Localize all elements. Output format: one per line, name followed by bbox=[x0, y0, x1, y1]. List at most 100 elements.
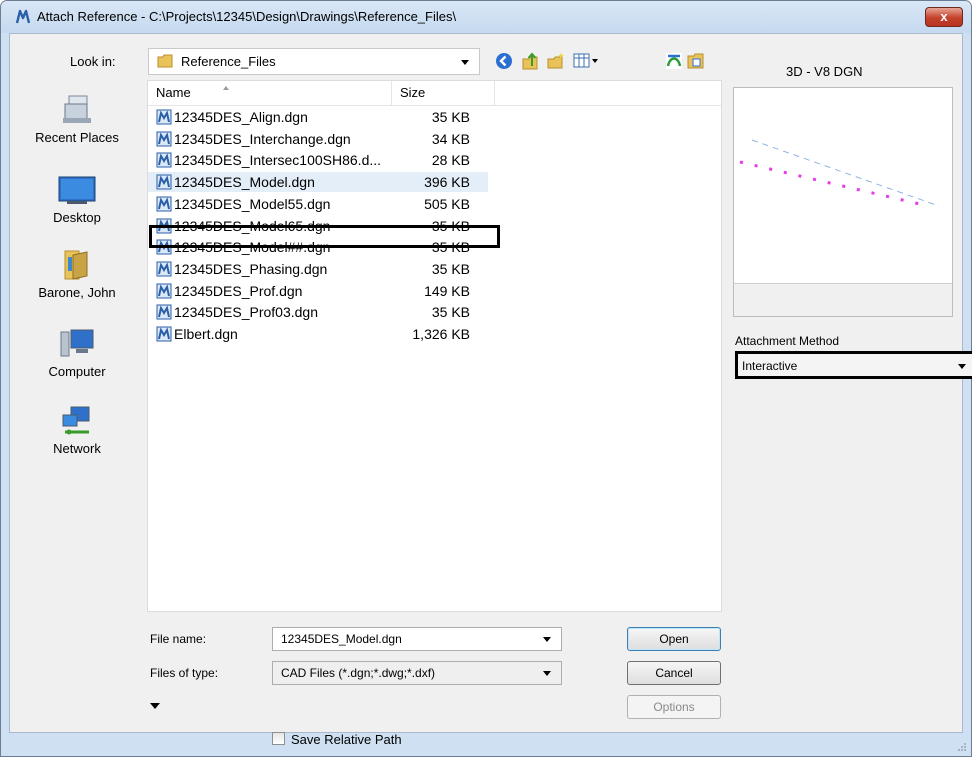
file-size: 35 KB bbox=[431, 109, 470, 125]
file-name: 12345DES_Model.dgn bbox=[174, 174, 315, 191]
file-name-value: 12345DES_Model.dgn bbox=[281, 632, 402, 646]
file-size: 35 KB bbox=[431, 304, 470, 321]
file-list-header: Name Size bbox=[148, 81, 721, 106]
cancel-button[interactable]: Cancel bbox=[627, 661, 721, 685]
place-label: Desktop bbox=[53, 210, 101, 225]
column-size-label: Size bbox=[400, 85, 426, 100]
column-name-label: Name bbox=[156, 85, 191, 100]
user-folder-icon bbox=[64, 250, 88, 280]
dgn-file-icon bbox=[156, 109, 172, 125]
file-name-label: File name: bbox=[150, 632, 207, 646]
file-size: 505 KB bbox=[424, 195, 470, 212]
column-header-name[interactable]: Name bbox=[148, 81, 392, 105]
chevron-down-icon bbox=[543, 637, 551, 642]
folder-icon bbox=[157, 54, 173, 68]
look-in-value: Reference_Files bbox=[181, 54, 276, 69]
dialog-body: Look in: Reference_Files 3D - V8 DGN Rec… bbox=[9, 33, 972, 747]
up-folder-icon[interactable] bbox=[520, 51, 540, 71]
computer-icon bbox=[60, 329, 94, 357]
file-size: 35 KB bbox=[431, 260, 470, 277]
place-label: Computer bbox=[48, 364, 106, 379]
file-size: 34 KB bbox=[431, 130, 470, 147]
open-button[interactable]: Open bbox=[627, 627, 721, 651]
places-bar: Recent Places Desktop Barone, John Compu… bbox=[22, 84, 132, 644]
chevron-down-icon bbox=[543, 671, 551, 676]
preview-footer bbox=[734, 283, 952, 316]
file-type-label: Files of type: bbox=[150, 666, 219, 680]
chevron-down-icon bbox=[958, 364, 966, 369]
column-header-size[interactable]: Size bbox=[392, 81, 495, 105]
file-type-dropdown[interactable]: CAD Files (*.dgn;*.dwg;*.dxf) bbox=[272, 661, 562, 685]
place-desktop[interactable]: Desktop bbox=[22, 174, 132, 225]
dgn-file-icon bbox=[156, 283, 172, 299]
recent-places-icon bbox=[63, 95, 91, 123]
title-bar[interactable]: Attach Reference - C:\Projects\12345\Des… bbox=[1, 1, 971, 33]
close-button[interactable]: x bbox=[925, 7, 963, 27]
preview-pane bbox=[733, 87, 953, 317]
preview-file-type: 3D - V8 DGN bbox=[786, 64, 863, 79]
attach-reference-dialog: Attach Reference - C:\Projects\12345\Des… bbox=[0, 0, 972, 757]
file-type-value: CAD Files (*.dgn;*.dwg;*.dxf) bbox=[281, 666, 436, 680]
selected-file-highlight bbox=[149, 225, 500, 248]
file-name: Elbert.dgn bbox=[174, 326, 238, 342]
file-row[interactable]: 12345DES_Prof03.dgn 35 KB bbox=[148, 302, 488, 322]
file-row[interactable]: 12345DES_Interchange.dgn 34 KB bbox=[148, 129, 488, 149]
dgn-file-icon bbox=[156, 131, 172, 147]
sort-ascending-icon bbox=[223, 86, 229, 90]
place-network[interactable]: Network bbox=[22, 405, 132, 456]
attachment-method-dropdown[interactable]: Interactive bbox=[735, 351, 972, 379]
file-row[interactable]: 12345DES_Intersec100SH86.d... 28 KB bbox=[148, 150, 488, 170]
file-name: 12345DES_Align.dgn bbox=[174, 109, 308, 125]
file-name: 12345DES_Model55.dgn bbox=[174, 195, 331, 212]
desktop-icon bbox=[58, 176, 96, 204]
save-relative-path-checkbox[interactable] bbox=[272, 732, 285, 745]
chevron-down-icon bbox=[461, 60, 469, 65]
file-row[interactable]: 12345DES_Align.dgn 35 KB bbox=[148, 107, 488, 127]
file-name: 12345DES_Intersec100SH86.d... bbox=[174, 152, 382, 169]
window-title: Attach Reference - C:\Projects\12345\Des… bbox=[37, 9, 457, 24]
file-size: 1,326 KB bbox=[412, 326, 470, 342]
attachment-method-value: Interactive bbox=[742, 359, 798, 373]
file-name: 12345DES_Prof.dgn bbox=[174, 282, 303, 299]
save-relative-path-label: Save Relative Path bbox=[291, 732, 402, 747]
file-size: 149 KB bbox=[424, 282, 470, 299]
look-in-dropdown[interactable]: Reference_Files bbox=[148, 48, 480, 75]
place-label: Network bbox=[53, 441, 101, 456]
options-button[interactable]: Options bbox=[627, 695, 721, 719]
view-menu-icon[interactable] bbox=[572, 51, 600, 71]
file-name: 12345DES_Interchange.dgn bbox=[174, 130, 351, 147]
resize-grip-icon[interactable] bbox=[957, 742, 967, 752]
file-row[interactable]: 12345DES_Model55.dgn 505 KB bbox=[148, 194, 488, 214]
file-list[interactable]: Name Size 12345DES_Align.dgn 35 KB 12345DE… bbox=[147, 80, 722, 612]
file-name: 12345DES_Prof03.dgn bbox=[174, 304, 318, 321]
file-size: 28 KB bbox=[431, 152, 470, 169]
network-icon bbox=[62, 406, 90, 435]
dgn-file-icon bbox=[156, 326, 172, 342]
file-row[interactable]: 12345DES_Prof.dgn 149 KB bbox=[148, 281, 488, 301]
attach-icon[interactable] bbox=[686, 51, 706, 71]
place-label: Recent Places bbox=[35, 130, 119, 145]
place-label: Barone, John bbox=[38, 285, 116, 300]
dgn-file-icon bbox=[156, 152, 172, 168]
microstation-app-icon bbox=[15, 9, 31, 24]
file-row[interactable]: 12345DES_Model.dgn 396 KB bbox=[148, 172, 488, 193]
dgn-file-icon bbox=[156, 304, 172, 320]
dgn-preview-graphic bbox=[739, 139, 940, 207]
microstation-icon[interactable] bbox=[664, 51, 684, 71]
dgn-file-icon bbox=[156, 174, 172, 190]
place-computer[interactable]: Computer bbox=[22, 328, 132, 379]
place-recent-places[interactable]: Recent Places bbox=[22, 94, 132, 145]
place-user-folder[interactable]: Barone, John bbox=[22, 249, 132, 300]
attachment-method-label: Attachment Method bbox=[735, 334, 840, 348]
look-in-label: Look in: bbox=[70, 54, 116, 69]
file-name-input[interactable]: 12345DES_Model.dgn bbox=[272, 627, 562, 651]
dgn-file-icon bbox=[156, 261, 172, 277]
file-size: 396 KB bbox=[424, 174, 470, 191]
expand-options-icon[interactable] bbox=[150, 703, 160, 709]
back-icon[interactable] bbox=[494, 51, 514, 71]
new-folder-icon[interactable] bbox=[546, 51, 566, 71]
file-row[interactable]: Elbert.dgn 1,326 KB bbox=[148, 324, 488, 344]
file-name: 12345DES_Phasing.dgn bbox=[174, 260, 328, 277]
dgn-file-icon bbox=[156, 196, 172, 212]
file-row[interactable]: 12345DES_Phasing.dgn 35 KB bbox=[148, 259, 488, 279]
